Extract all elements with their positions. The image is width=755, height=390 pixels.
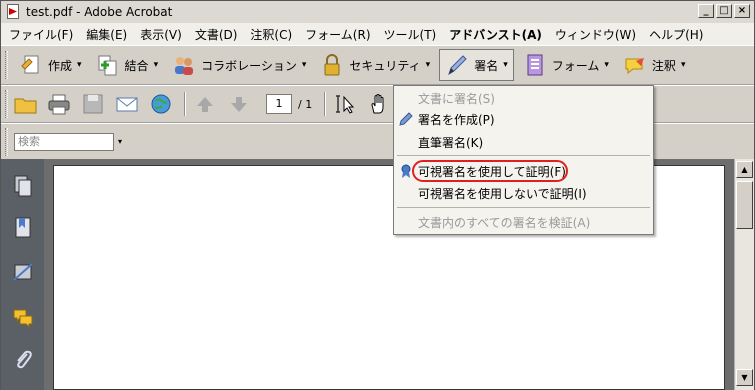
toolbar-grip[interactable]: [5, 127, 8, 156]
open-folder-icon[interactable]: [14, 93, 37, 115]
forms-label: フォーム: [551, 58, 600, 73]
attachments-icon[interactable]: [13, 349, 33, 371]
toolbar-separator: [184, 92, 186, 116]
security-label: セキュリティ: [349, 58, 421, 73]
page-down-icon[interactable]: [228, 93, 250, 115]
hand-tool-icon[interactable]: [368, 93, 390, 115]
menu-item-validate-all[interactable]: 文書内のすべての署名を検証(A): [418, 214, 590, 231]
create-label: 作成: [48, 58, 73, 73]
search-input[interactable]: 検索: [14, 132, 114, 151]
signatures-icon[interactable]: [13, 261, 33, 283]
create-pdf-icon: [19, 53, 43, 77]
search-dropdown-icon[interactable]: ▾: [118, 137, 122, 146]
sign-dropdown-menu: 文書に署名(S) 署名を作成(P) 直筆署名(K) 可視署名を使用して証明(F)…: [393, 85, 654, 235]
acrobat-window: test.pdf - Adobe Acrobat _ □ × ファイル(F) 編…: [0, 0, 755, 390]
form-icon: [523, 53, 547, 77]
comment-label: 注釈: [651, 58, 676, 73]
lock-icon: [320, 53, 344, 77]
chevron-down-icon: ▾: [503, 60, 508, 70]
menu-document[interactable]: 文書(D): [195, 26, 238, 43]
maximize-button[interactable]: □: [716, 4, 732, 18]
scroll-down-button[interactable]: ▼: [736, 369, 753, 386]
toolbar-grip[interactable]: [5, 51, 8, 79]
create-task-button[interactable]: 作成 ▾: [14, 49, 87, 81]
page-number-input[interactable]: 1: [266, 94, 292, 114]
globe-icon[interactable]: [150, 93, 172, 115]
pen-icon: [445, 53, 469, 77]
forms-task-button[interactable]: フォーム ▾: [518, 49, 614, 81]
menu-forms[interactable]: フォーム(R): [305, 26, 370, 43]
select-text-icon[interactable]: [334, 93, 356, 115]
highlight-ring: [412, 160, 568, 182]
menu-item-certify-invisible[interactable]: 可視署名を使用しないで証明(I): [418, 185, 587, 202]
scroll-thumb[interactable]: [736, 181, 753, 229]
comment-bubble-icon: [623, 53, 647, 77]
combine-task-button[interactable]: 結合 ▾: [91, 49, 164, 81]
menu-item-sign-document[interactable]: 文書に署名(S): [418, 90, 495, 107]
combine-files-icon: [96, 53, 120, 77]
menu-window[interactable]: ウィンドウ(W): [555, 26, 636, 43]
vertical-scrollbar[interactable]: ▲ ▼: [734, 159, 754, 390]
chevron-down-icon: ▾: [425, 60, 431, 70]
close-button[interactable]: ×: [734, 4, 750, 18]
bookmarks-icon[interactable]: [13, 217, 33, 239]
pen-icon: [399, 112, 413, 126]
menu-view[interactable]: 表示(V): [140, 26, 182, 43]
task-toolbar: 作成 ▾ 結合 ▾ コラボレーション ▾ セキュリティ ▾ 署名 ▾ フォーム …: [1, 45, 754, 85]
collaboration-task-button[interactable]: コラボレーション ▾: [167, 49, 311, 81]
chevron-down-icon: ▾: [680, 60, 686, 70]
combine-label: 結合: [124, 58, 149, 73]
menu-help[interactable]: ヘルプ(H): [649, 26, 703, 43]
comment-task-button[interactable]: 注釈 ▾: [618, 49, 691, 81]
security-task-button[interactable]: セキュリティ ▾: [315, 49, 435, 81]
email-icon[interactable]: [116, 93, 138, 115]
collaboration-icon: [172, 53, 196, 77]
menu-advanced[interactable]: アドバンスト(A): [449, 26, 542, 43]
sign-task-button[interactable]: 署名 ▾: [439, 49, 514, 81]
comments-icon[interactable]: [13, 307, 33, 329]
chevron-down-icon: ▾: [153, 60, 159, 70]
menu-separator: [397, 207, 650, 208]
chevron-down-icon: ▾: [301, 60, 307, 70]
certify-ribbon-icon: [399, 164, 413, 178]
acrobat-app-icon: [5, 4, 21, 20]
pages-icon[interactable]: [13, 175, 33, 197]
print-icon[interactable]: [48, 93, 70, 115]
toolbar-grip[interactable]: [5, 90, 8, 118]
menu-tools[interactable]: ツール(T): [384, 26, 437, 43]
scroll-up-button[interactable]: ▲: [736, 161, 753, 178]
title-bar[interactable]: test.pdf - Adobe Acrobat _ □ ×: [1, 1, 754, 23]
menu-item-ink-signature[interactable]: 直筆署名(K): [418, 134, 483, 151]
collaboration-label: コラボレーション: [201, 58, 297, 73]
menu-edit[interactable]: 編集(E): [86, 26, 127, 43]
chevron-down-icon: ▾: [77, 60, 82, 70]
page-total: / 1: [298, 97, 313, 111]
sign-label: 署名: [474, 58, 499, 73]
navigation-panel: [1, 159, 44, 390]
page-up-icon[interactable]: [194, 93, 216, 115]
minimize-button[interactable]: _: [698, 4, 714, 18]
save-icon[interactable]: [82, 93, 104, 115]
toolbar-separator: [324, 92, 327, 116]
menu-separator: [397, 155, 650, 156]
menu-comment[interactable]: 注釈(C): [250, 26, 292, 43]
window-title: test.pdf - Adobe Acrobat: [26, 5, 173, 19]
menu-bar: ファイル(F) 編集(E) 表示(V) 文書(D) 注釈(C) フォーム(R) …: [1, 23, 754, 45]
menu-file[interactable]: ファイル(F): [9, 26, 73, 43]
chevron-down-icon: ▾: [604, 60, 609, 70]
menu-item-create-signature[interactable]: 署名を作成(P): [418, 111, 495, 128]
